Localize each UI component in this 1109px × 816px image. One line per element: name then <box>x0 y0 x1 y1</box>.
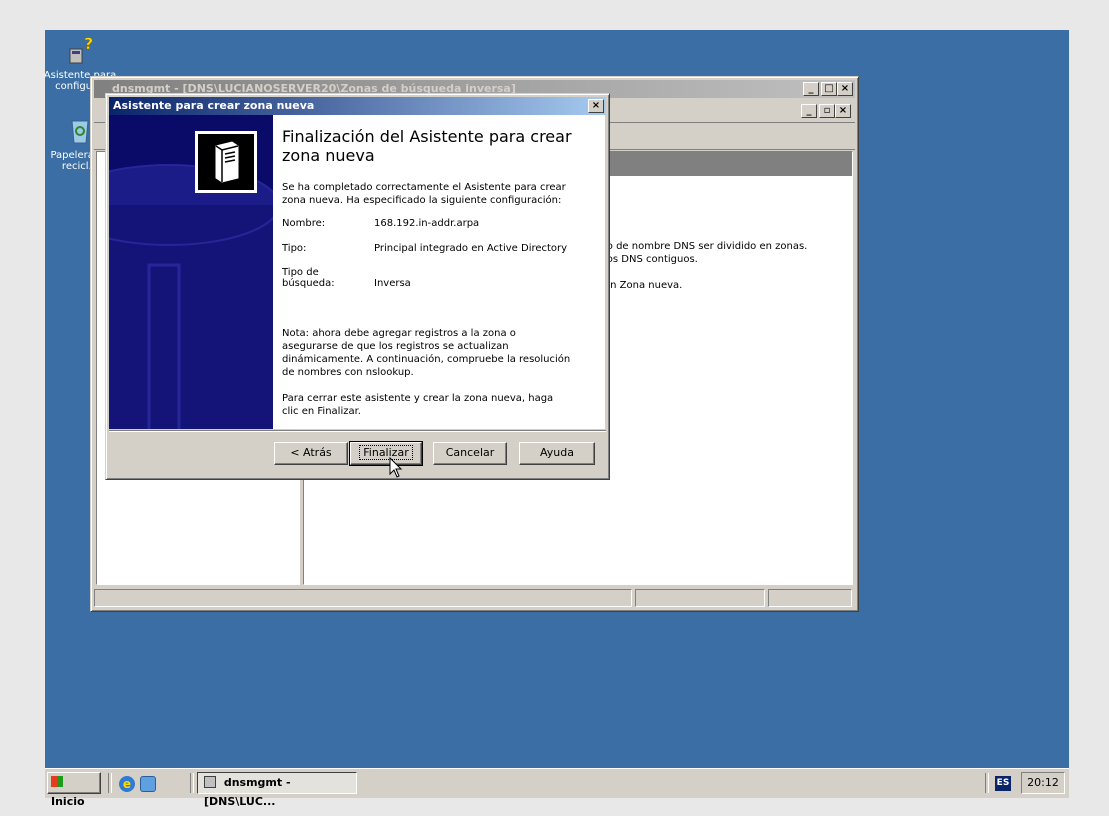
child-restore-button[interactable]: ▫ <box>819 104 835 118</box>
taskbar: Inicio e dnsmgmt - [DNS\LUC... ES 20:12 <box>45 768 1069 808</box>
wizard-close-button[interactable]: × <box>588 99 604 113</box>
minimize-button[interactable]: _ <box>803 82 819 96</box>
desktop: ? Asistente para configur... Papelera de… <box>45 30 1069 768</box>
system-clock[interactable]: 20:12 <box>1021 772 1065 794</box>
back-button[interactable]: < Atrás <box>274 442 348 465</box>
maximize-button[interactable]: □ <box>821 82 837 96</box>
cancel-button[interactable]: Cancelar <box>433 442 507 465</box>
wizard-title: Asistente para crear zona nueva <box>113 99 315 112</box>
ie-icon[interactable]: e <box>119 776 135 792</box>
windows-logo-icon <box>51 776 63 787</box>
language-indicator[interactable]: ES <box>995 776 1011 791</box>
details-line: en Zona nueva. <box>604 280 683 291</box>
child-close-button[interactable]: × <box>835 104 851 118</box>
wizard-icon: ? <box>64 34 96 67</box>
field-tipo-busqueda: Tipo de búsqueda: Inversa <box>282 267 411 289</box>
details-text: io de nombre DNS ser dividido en zonas. … <box>604 240 844 292</box>
wizard-intro: Se ha completado correctamente el Asiste… <box>282 182 566 206</box>
details-line: io de nombre DNS ser dividido en zonas. <box>604 241 808 252</box>
taskbar-task-dnsmgmt[interactable]: dnsmgmt - [DNS\LUC... <box>197 772 357 808</box>
wizard-dialog[interactable]: Asistente para crear zona nueva × Finali… <box>105 93 610 480</box>
quicklaunch-separator-2 <box>190 773 194 793</box>
show-desktop-icon[interactable] <box>140 776 156 792</box>
status-bar <box>94 589 855 607</box>
wizard-banner <box>109 115 273 429</box>
svg-text:?: ? <box>84 35 93 53</box>
dns-console-icon <box>204 776 216 788</box>
close-button[interactable]: × <box>837 82 853 96</box>
wizard-titlebar: Asistente para crear zona nueva × <box>109 97 606 115</box>
mouse-cursor-icon <box>389 457 403 478</box>
wizard-closing: Para cerrar este asistente y crear la zo… <box>282 393 554 417</box>
tray-separator <box>985 773 989 793</box>
quicklaunch-separator <box>108 773 112 793</box>
start-button[interactable]: Inicio <box>47 772 101 808</box>
wizard-content: Finalización del Asistente para crear zo… <box>273 115 605 429</box>
wizard-heading: Finalización del Asistente para crear zo… <box>282 127 572 165</box>
field-tipo: Tipo: Principal integrado en Active Direc… <box>282 243 568 254</box>
server-icon <box>195 131 257 193</box>
finish-button[interactable]: Finalizar <box>349 441 423 466</box>
wizard-note: Nota: ahora debe agregar registros a la … <box>282 328 571 378</box>
child-minimize-button[interactable]: _ <box>801 104 817 118</box>
field-nombre: Nombre: 168.192.in-addr.arpa <box>282 218 480 229</box>
details-line: ios DNS contiguos. <box>604 254 698 265</box>
wizard-separator <box>109 430 606 432</box>
help-button[interactable]: Ayuda <box>519 442 595 465</box>
